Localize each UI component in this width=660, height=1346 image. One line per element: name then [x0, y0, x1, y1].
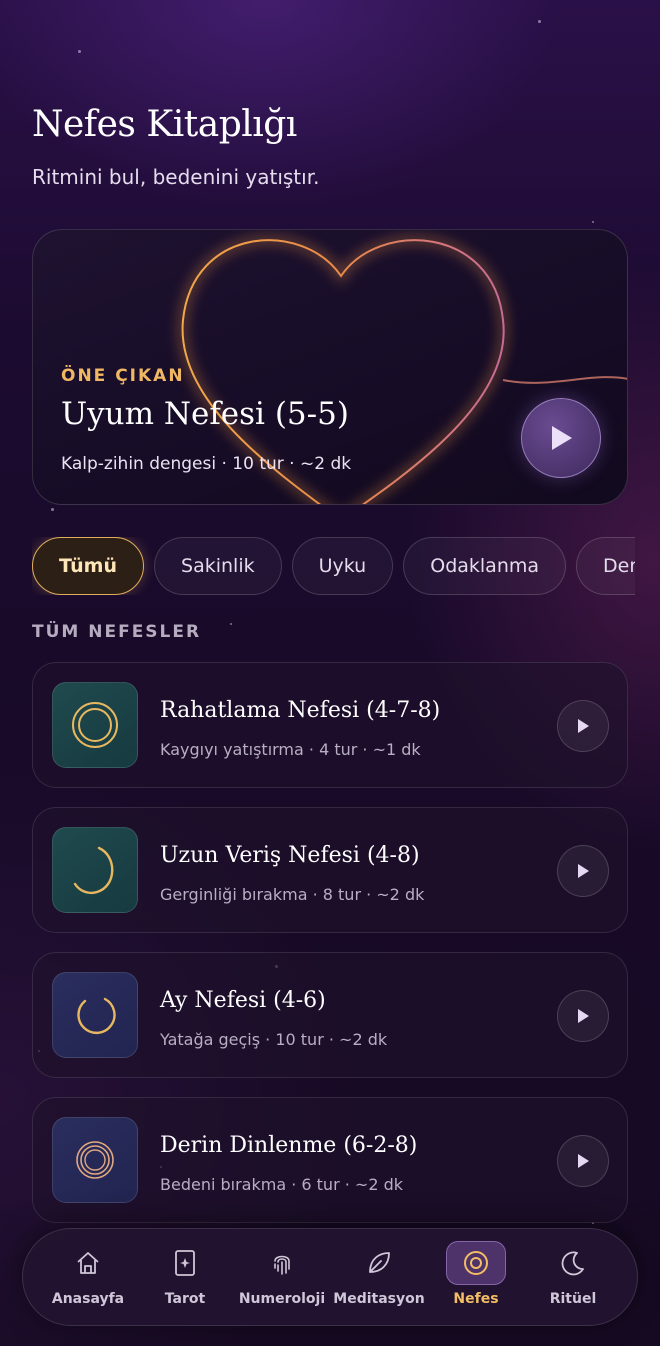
breath-meta: Gerginliği bırakma · 8 tur · ~2 dk — [160, 885, 425, 904]
play-icon — [578, 1154, 589, 1168]
star-dot — [538, 20, 541, 23]
nav-active-indicator — [446, 1241, 506, 1285]
play-icon — [578, 1009, 589, 1023]
nav-item-meditation[interactable]: Meditasyon — [331, 1241, 427, 1317]
nav-item-breath[interactable]: Nefes — [428, 1241, 524, 1317]
featured-meta: Kalp-zihin dengesi · 10 tur · ~2 dk — [61, 454, 352, 474]
featured-play-button[interactable] — [521, 398, 601, 478]
breath-meta: Kaygıyı yatıştırma · 4 tur · ~1 dk — [160, 740, 421, 759]
bottom-navigation: Anasayfa Tarot Numeroloji Meditasyon Nef… — [22, 1228, 638, 1326]
star-dot — [592, 221, 594, 223]
page-header: Nefes Kitaplığı Ritmini bul, bedenini ya… — [32, 104, 319, 189]
nav-label: Ritüel — [549, 1291, 597, 1307]
filter-chip-focus[interactable]: Odaklanma — [403, 537, 567, 595]
list-item[interactable]: Rahatlama Nefesi (4-7-8) Kaygıyı yatıştı… — [32, 662, 628, 788]
featured-tag: ÖNE ÇIKAN — [61, 366, 185, 386]
breath-thumbnail — [52, 682, 138, 768]
double-ring-icon — [72, 702, 118, 748]
tarot-card-icon — [175, 1250, 195, 1276]
play-icon — [552, 426, 572, 450]
nav-item-tarot[interactable]: Tarot — [137, 1241, 233, 1317]
leaf-icon — [369, 1252, 390, 1273]
open-ring-icon — [77, 997, 116, 1034]
play-icon — [578, 719, 589, 733]
play-button[interactable] — [557, 990, 609, 1042]
breath-thumbnail — [52, 827, 138, 913]
breath-title: Ay Nefesi (4-6) — [160, 988, 326, 1013]
breath-ring-icon — [464, 1251, 488, 1275]
nav-item-ritual[interactable]: Ritüel — [525, 1241, 621, 1317]
page-title: Nefes Kitaplığı — [32, 104, 297, 145]
list-item[interactable]: Uzun Veriş Nefesi (4-8) Gerginliği bırak… — [32, 807, 628, 933]
nav-item-home[interactable]: Anasayfa — [40, 1241, 136, 1317]
breath-meta: Bedeni bırakma · 6 tur · ~2 dk — [160, 1175, 403, 1194]
play-button[interactable] — [557, 845, 609, 897]
star-dot — [51, 508, 54, 511]
featured-title: Uyum Nefesi (5-5) — [61, 396, 349, 432]
breath-title: Derin Dinlenme (6-2-8) — [160, 1133, 418, 1158]
play-button[interactable] — [557, 700, 609, 752]
filter-chip-all[interactable]: Tümü — [32, 537, 145, 595]
breath-meta: Yatağa geçiş · 10 tur · ~2 dk — [160, 1030, 388, 1049]
breath-title: Rahatlama Nefesi (4-7-8) — [160, 698, 441, 723]
filter-chip-calm[interactable]: Sakinlik — [154, 537, 282, 595]
fingerprint-icon — [274, 1255, 290, 1275]
star-dot — [230, 623, 232, 625]
breath-thumbnail — [52, 1117, 138, 1203]
play-button[interactable] — [557, 1135, 609, 1187]
page-subtitle: Ritmini bul, bedenini yatıştır. — [32, 165, 320, 189]
nav-label: Tarot — [164, 1291, 206, 1307]
concentric-rings-icon — [76, 1141, 114, 1179]
filter-chips: TümüSakinlikUykuOdaklanmaDenge — [32, 537, 635, 595]
moon-icon — [561, 1251, 584, 1276]
home-icon — [77, 1252, 99, 1274]
arc-icon — [73, 846, 114, 895]
nav-label: Nefes — [453, 1291, 499, 1307]
section-label: TÜM NEFESLER — [32, 622, 202, 642]
nav-item-numerology[interactable]: Numeroloji — [234, 1241, 330, 1317]
list-item[interactable]: Derin Dinlenme (6-2-8) Bedeni bırakma · … — [32, 1097, 628, 1223]
breath-title: Uzun Veriş Nefesi (4-8) — [160, 843, 420, 868]
list-item[interactable]: Ay Nefesi (4-6) Yatağa geçiş · 10 tur · … — [32, 952, 628, 1078]
play-icon — [578, 864, 589, 878]
breath-list: Rahatlama Nefesi (4-7-8) Kaygıyı yatıştı… — [32, 662, 628, 1242]
nav-label: Numeroloji — [238, 1291, 326, 1307]
star-dot — [78, 50, 81, 53]
featured-breath-card[interactable]: ÖNE ÇIKAN Uyum Nefesi (5-5) Kalp-zihin d… — [32, 229, 628, 505]
breath-thumbnail — [52, 972, 138, 1058]
nav-label: Meditasyon — [333, 1291, 425, 1307]
filter-chip-sleep[interactable]: Uyku — [291, 537, 394, 595]
nav-label: Anasayfa — [51, 1291, 125, 1307]
filter-chip-balance[interactable]: Denge — [576, 537, 635, 595]
